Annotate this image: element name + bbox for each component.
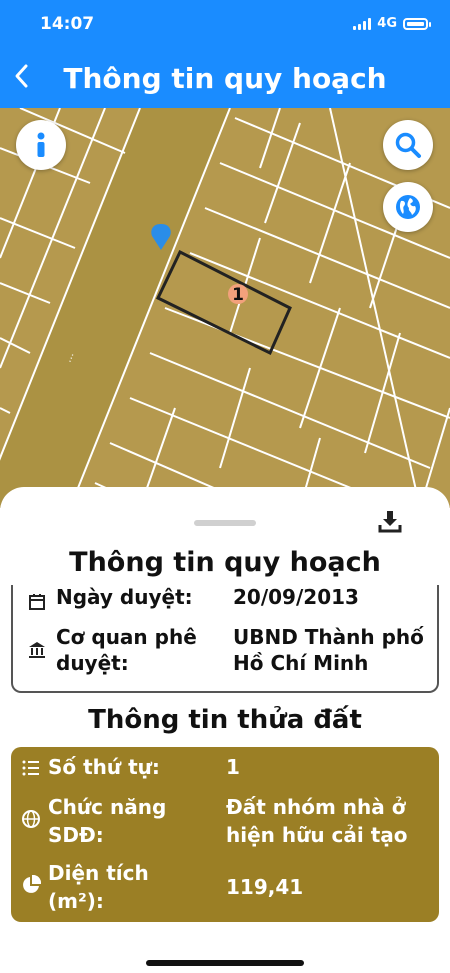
globe-icon: [396, 195, 420, 219]
home-indicator[interactable]: [146, 960, 304, 966]
layers-button[interactable]: [383, 182, 433, 232]
network-label: 4G: [377, 16, 397, 31]
function-value-line2: hiện hữu cải tạo: [226, 823, 408, 847]
battery-icon: [403, 17, 431, 30]
plan-info-card: Ngày duyệt: 20/09/2013 Cơ quan phê duyệt…: [11, 585, 439, 693]
list-icon: [22, 760, 39, 776]
institution-icon: [29, 642, 45, 658]
info-button[interactable]: [16, 120, 66, 170]
parcel-label: 1: [232, 285, 244, 305]
agency-value-line1: UBND Thành phố: [233, 625, 424, 649]
parcel-info-card: Số thứ tự: 1 Chức năng SDĐ: Đất nhóm nhà…: [11, 747, 439, 922]
status-indicators: 4G: [353, 16, 431, 31]
function-label-line2: SDĐ:: [48, 823, 104, 847]
signal-icon: [353, 17, 372, 30]
calendar-icon: [29, 594, 45, 610]
map-canvas[interactable]: … 1: [0, 108, 450, 508]
search-button[interactable]: [383, 120, 433, 170]
status-time: 14:07: [40, 14, 95, 34]
agency-value-line2: Hồ Chí Minh: [233, 651, 369, 675]
function-label-line1: Chức năng: [48, 795, 167, 819]
area-value: 119,41: [226, 875, 304, 899]
download-icon: [378, 511, 402, 533]
info-icon: [37, 132, 45, 157]
download-button[interactable]: [378, 509, 402, 533]
area-label-line1: Diện tích: [48, 861, 149, 885]
agency-label-line1: Cơ quan phê: [56, 625, 197, 649]
sheet-drag-handle[interactable]: [194, 520, 256, 526]
parcel-section-title: Thông tin thửa đất: [88, 705, 362, 735]
agency-label-line2: duyệt:: [56, 651, 129, 675]
approval-date-value: 20/09/2013: [233, 585, 359, 609]
sheet-title: Thông tin quy hoạch: [69, 547, 381, 578]
area-label-line2: (m²):: [48, 889, 104, 913]
order-label: Số thứ tự:: [48, 755, 160, 779]
app-header: 14:07 4G Thông tin quy hoạch: [0, 0, 450, 108]
map-view[interactable]: … 1: [0, 108, 450, 508]
globe-small-icon: [22, 810, 40, 828]
page-title: Thông tin quy hoạch: [63, 62, 387, 95]
bottom-sheet[interactable]: Thông tin quy hoạch Ngày duyệt: 20/09/20…: [0, 487, 450, 973]
order-value: 1: [226, 755, 240, 779]
function-value-line1: Đất nhóm nhà ở: [226, 795, 406, 819]
search-icon: [395, 132, 421, 158]
pie-chart-icon: [23, 875, 41, 893]
approval-date-label: Ngày duyệt:: [56, 585, 193, 609]
